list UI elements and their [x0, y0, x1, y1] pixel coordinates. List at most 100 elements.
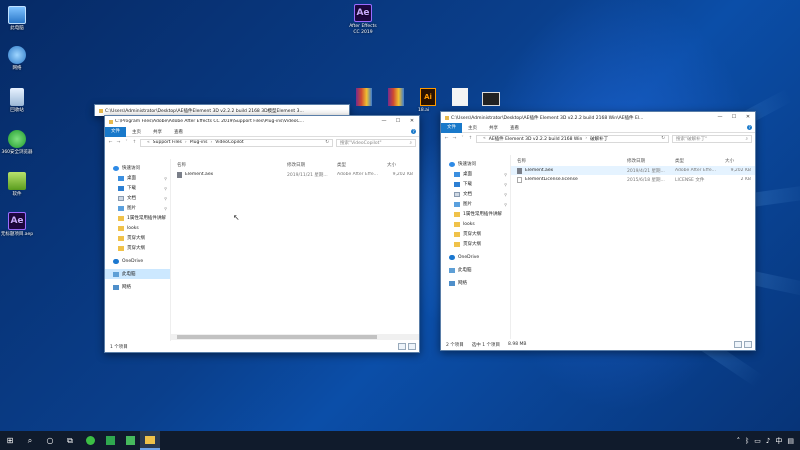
- file-row[interactable]: ElementLicense.license 2015/6/18 星期... L…: [511, 175, 755, 184]
- tab-share[interactable]: 共享: [147, 129, 168, 135]
- nav-item[interactable]: OneDrive: [441, 252, 510, 262]
- nav-item[interactable]: 下载 ⚲: [441, 179, 510, 189]
- ime-icon[interactable]: 中: [775, 436, 782, 446]
- window-titlebar[interactable]: C:\Users\Administrator\Desktop\AE插件 Elem…: [441, 112, 755, 123]
- this-pc-icon[interactable]: 此电脑: [0, 6, 34, 32]
- winrar-archive-icon[interactable]: [388, 88, 404, 106]
- refresh-icon[interactable]: ↻: [325, 140, 329, 145]
- breadcrumb-segment[interactable]: AE插件 Element 3D v2.2.2 build 2168 Win: [489, 136, 583, 142]
- nav-item[interactable]: 此电脑: [441, 265, 510, 275]
- explorer-window-videocopilot[interactable]: C:\Program Files\Adobe\Adobe After Effec…: [104, 115, 420, 353]
- column-size[interactable]: 大小: [387, 162, 417, 168]
- document-file-icon[interactable]: [452, 88, 468, 106]
- pin-icon[interactable]: ⚲: [504, 192, 507, 197]
- nav-item[interactable]: 快速访问: [105, 163, 170, 173]
- chevron-up-icon[interactable]: ˄: [737, 437, 741, 445]
- horizontal-scrollbar[interactable]: [171, 334, 419, 340]
- pin-icon[interactable]: ⚲: [164, 206, 167, 211]
- pin-icon[interactable]: ⚲: [164, 196, 167, 201]
- address-bar[interactable]: « AE插件 Element 3D v2.2.2 build 2168 Win …: [476, 134, 669, 143]
- volume-icon[interactable]: ♪: [766, 437, 770, 445]
- window-titlebar[interactable]: C:\Program Files\Adobe\Adobe After Effec…: [105, 116, 419, 127]
- nav-item[interactable]: 桌面 ⚲: [441, 169, 510, 179]
- column-size[interactable]: 大小: [725, 158, 755, 164]
- nav-item[interactable]: 文档 ⚲: [105, 193, 170, 203]
- nav-item[interactable]: 快速访问: [441, 159, 510, 169]
- taskbar-360-browser[interactable]: [80, 431, 100, 450]
- pin-icon[interactable]: ⚲: [164, 176, 167, 181]
- column-date[interactable]: 修改日期: [287, 162, 337, 168]
- nav-item[interactable]: 1属性常用插件讲解: [105, 213, 170, 223]
- nav-item[interactable]: OneDrive: [105, 256, 170, 266]
- maximize-icon[interactable]: ☐: [391, 116, 405, 127]
- network-icon[interactable]: ▭: [754, 437, 761, 445]
- bluetooth-icon[interactable]: ᛒ: [745, 437, 749, 445]
- chevron-down-icon[interactable]: ˅: [124, 140, 129, 145]
- tab-view[interactable]: 查看: [504, 125, 525, 131]
- tab-home[interactable]: 主页: [126, 129, 147, 135]
- breadcrumb-segment[interactable]: 破解补丁: [590, 136, 608, 142]
- nav-item[interactable]: 网络: [441, 278, 510, 288]
- pin-icon[interactable]: ⚲: [504, 182, 507, 187]
- search-input[interactable]: 搜索"破解补丁" ⌕: [672, 134, 752, 143]
- refresh-icon[interactable]: ↻: [661, 136, 665, 141]
- nav-item[interactable]: 贯穿大纲: [441, 229, 510, 239]
- nav-item[interactable]: 文档 ⚲: [441, 189, 510, 199]
- forward-arrow-icon[interactable]: →: [452, 136, 457, 141]
- column-name[interactable]: 名称: [177, 162, 287, 168]
- tab-file[interactable]: 文件: [441, 122, 462, 133]
- nav-item[interactable]: 贯穿大纲: [105, 243, 170, 253]
- large-icons-view-icon[interactable]: [744, 341, 752, 348]
- nav-item[interactable]: 1属性常用插件讲解: [441, 209, 510, 219]
- close-icon[interactable]: ✕: [405, 116, 419, 127]
- nav-item[interactable]: 桌面 ⚲: [105, 173, 170, 183]
- tab-file[interactable]: 文件: [105, 126, 126, 137]
- close-icon[interactable]: ✕: [741, 112, 755, 123]
- nav-item[interactable]: 网络: [105, 282, 170, 292]
- nav-item[interactable]: 贯穿大纲: [441, 239, 510, 249]
- recycle-bin-icon[interactable]: 回收站: [0, 88, 34, 114]
- back-arrow-icon[interactable]: ←: [444, 136, 449, 141]
- search-button[interactable]: ⌕: [20, 431, 40, 450]
- large-icons-view-icon[interactable]: [408, 343, 416, 350]
- pin-icon[interactable]: ⚲: [504, 202, 507, 207]
- forward-arrow-icon[interactable]: →: [116, 140, 121, 145]
- start-button[interactable]: ⊞: [0, 431, 20, 450]
- image-file-icon[interactable]: [482, 92, 500, 106]
- taskbar-file-explorer[interactable]: [140, 431, 160, 450]
- illustrator-file-icon[interactable]: Ai: [420, 88, 436, 106]
- minimize-icon[interactable]: —: [713, 112, 727, 123]
- winrar-archive-icon[interactable]: [356, 88, 372, 106]
- nav-item[interactable]: 图片 ⚲: [441, 199, 510, 209]
- nav-item[interactable]: 下载 ⚲: [105, 183, 170, 193]
- up-arrow-icon[interactable]: ↑: [468, 136, 473, 141]
- nav-item[interactable]: 此电脑: [105, 269, 170, 279]
- details-view-icon[interactable]: [734, 341, 742, 348]
- cortana-button[interactable]: ○: [40, 431, 60, 450]
- breadcrumb-segment[interactable]: VideoCopilot: [215, 140, 243, 145]
- task-view-button[interactable]: ⧉: [60, 431, 80, 450]
- pin-icon[interactable]: ⚲: [164, 186, 167, 191]
- software-folder-icon[interactable]: 软件: [0, 172, 34, 198]
- help-icon[interactable]: ?: [747, 125, 752, 130]
- nav-item[interactable]: looks: [105, 223, 170, 233]
- address-bar[interactable]: « Support Files › Plug-ins › VideoCopilo…: [140, 138, 333, 147]
- up-arrow-icon[interactable]: ↑: [132, 140, 137, 145]
- after-effects-shortcut[interactable]: Ae After Effects CC 2019: [346, 4, 380, 35]
- breadcrumb-segment[interactable]: Plug-ins: [190, 140, 208, 145]
- browser-360-icon[interactable]: 360安全浏览器: [0, 130, 34, 156]
- aep-file-icon[interactable]: Ae 无标题项目.aep: [0, 212, 34, 238]
- taskbar-camtasia-2[interactable]: [120, 431, 140, 450]
- nav-item[interactable]: 贯穿大纲: [105, 233, 170, 243]
- help-icon[interactable]: ?: [411, 129, 416, 134]
- taskbar-camtasia[interactable]: [100, 431, 120, 450]
- scrollbar-thumb[interactable]: [177, 335, 377, 339]
- pin-icon[interactable]: ⚲: [504, 172, 507, 177]
- tab-share[interactable]: 共享: [483, 125, 504, 131]
- details-view-icon[interactable]: [398, 343, 406, 350]
- nav-item[interactable]: 图片 ⚲: [105, 203, 170, 213]
- search-input[interactable]: 搜索"VideoCopilot" ⌕: [336, 138, 416, 147]
- explorer-window-crack-patch[interactable]: C:\Users\Administrator\Desktop\AE插件 Elem…: [440, 111, 756, 351]
- column-name[interactable]: 名称: [517, 158, 627, 164]
- file-row[interactable]: Element.aex 2019/4/21 星期... Adobe After …: [511, 166, 755, 175]
